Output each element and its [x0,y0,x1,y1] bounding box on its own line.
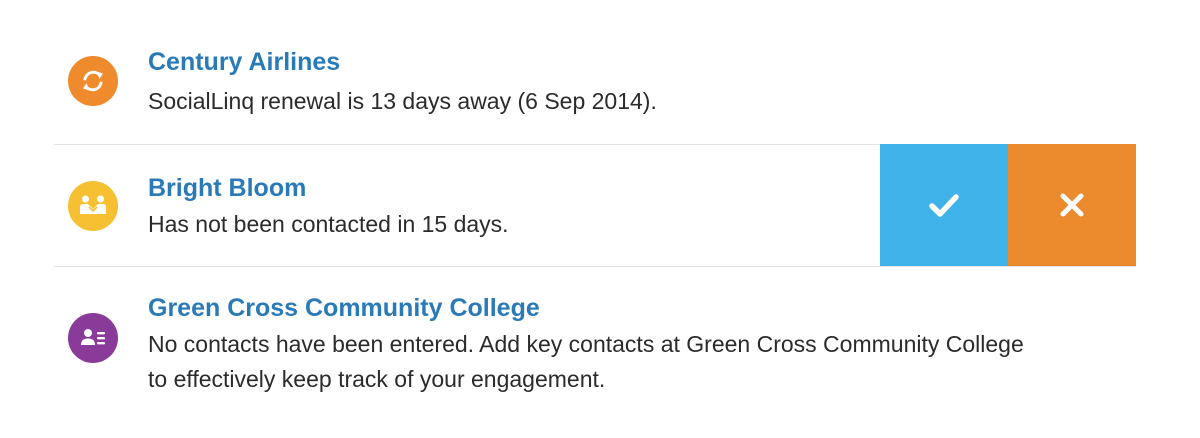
list-item[interactable]: Green Cross Community College No contact… [54,266,1136,416]
checkmark-icon [929,194,959,217]
notification-list: Century Airlines SocialLinq renewal is 1… [0,0,1200,438]
item-title[interactable]: Century Airlines [148,48,340,77]
list-item[interactable]: Century Airlines SocialLinq renewal is 1… [54,22,1136,144]
refresh-icon [68,56,118,106]
item-description: No contacts have been entered. Add key c… [148,331,1024,392]
close-icon [1060,193,1084,217]
item-title[interactable]: Green Cross Community College [148,294,540,323]
item-title[interactable]: Bright Bloom [148,174,306,203]
dismiss-button[interactable] [1008,144,1136,266]
handshake-icon [68,181,118,231]
contact-card-icon [68,313,118,363]
item-description: SocialLinq renewal is 13 days away (6 Se… [148,88,657,114]
confirm-button[interactable] [880,144,1008,266]
